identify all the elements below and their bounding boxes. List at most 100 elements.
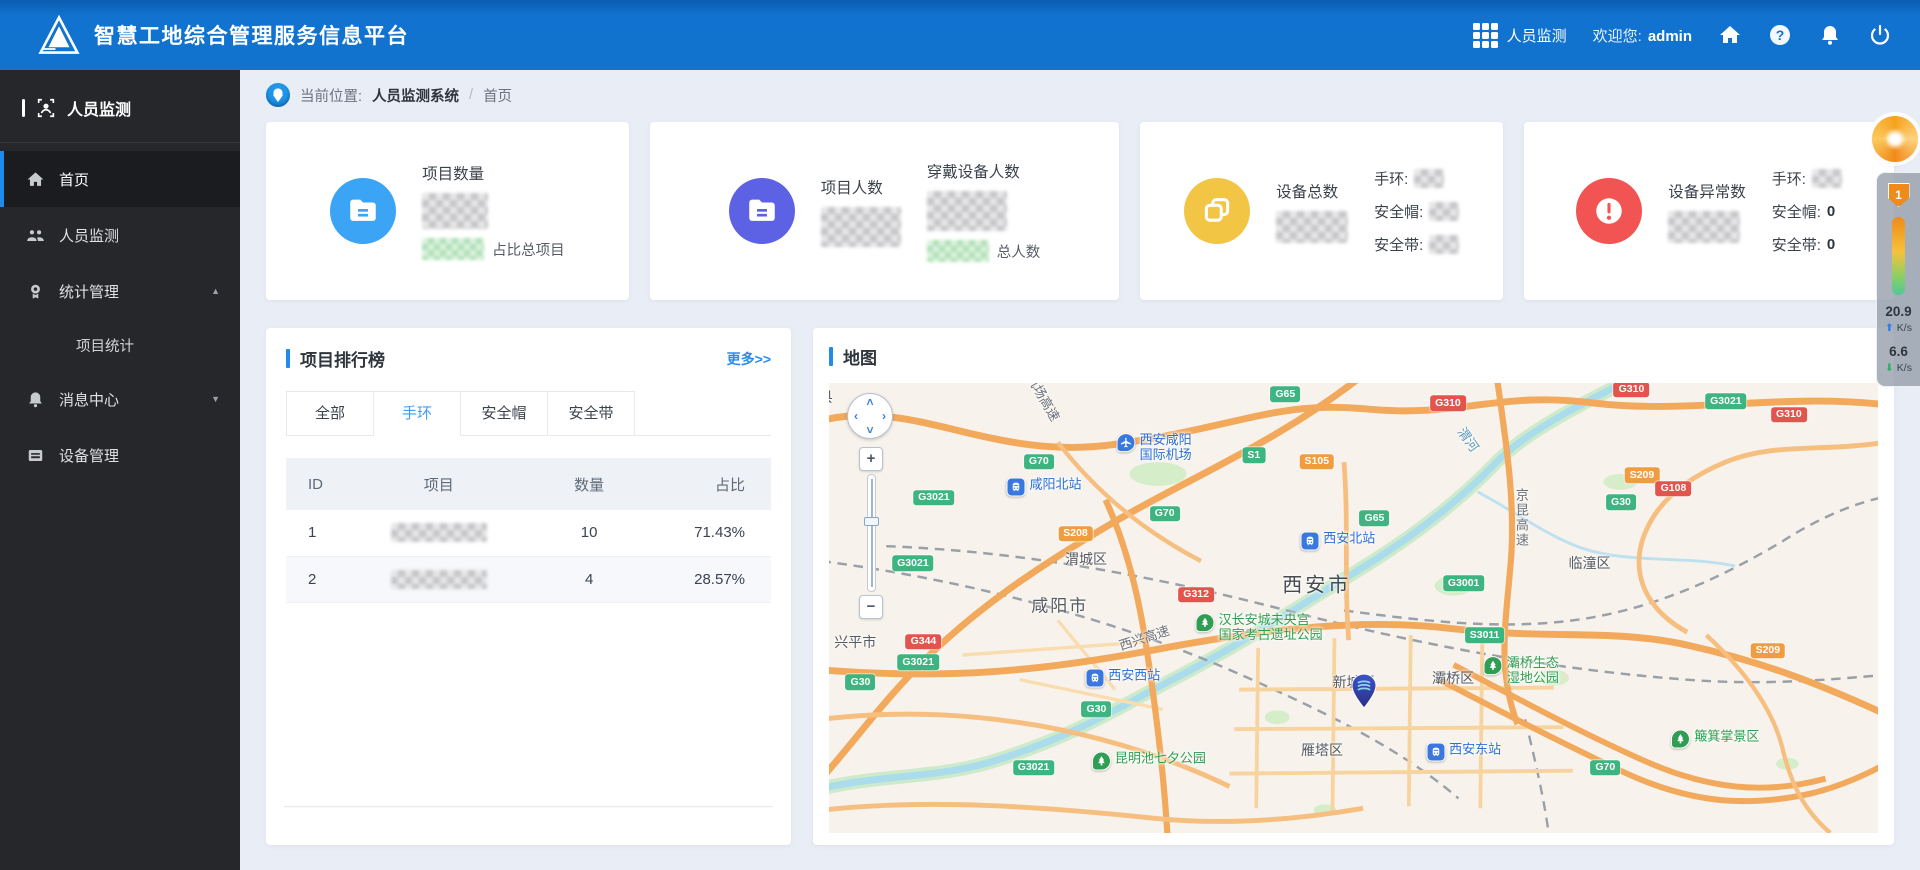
section-label: 人员监测	[67, 102, 132, 119]
stat-cards: 项目数量 占比总项目 项目人数 穿戴设备人数 总人数 设备总数 手环: 安全帽:…	[240, 120, 1920, 300]
zoom-out-button[interactable]: −	[859, 595, 883, 619]
table-row[interactable]: 2 4 28.57%	[286, 556, 771, 603]
park-icon	[1483, 656, 1503, 676]
module-switcher[interactable]: 人员监测	[1472, 22, 1567, 48]
ranking-tab-全部[interactable]: 全部	[286, 391, 374, 435]
poi-label: 灞桥生态 湿地公园	[1506, 655, 1559, 685]
section-bar	[22, 99, 25, 117]
folder-icon	[330, 178, 397, 244]
title-accent-bar	[286, 349, 290, 368]
road-badge: G310	[1613, 383, 1650, 398]
stat-footer-label: 总人数	[996, 244, 1041, 261]
home-icon	[26, 170, 45, 189]
bell-icon[interactable]	[1818, 23, 1842, 47]
park-icon	[1195, 613, 1215, 633]
sidebar-item-消息中心[interactable]: 消息中心 ▼	[0, 371, 240, 427]
map-panel: 地图 G70 G3021 S208 G3021 G344 G3021 G30 G…	[813, 328, 1894, 845]
sidebar-item-统计管理[interactable]: 统计管理 ▲	[0, 263, 240, 319]
svg-text:?: ?	[1776, 27, 1785, 43]
zoom-slider[interactable]	[863, 474, 879, 592]
map-city-label: 渭城区	[1065, 550, 1107, 567]
map-poi-西安咸阳[interactable]: 西安咸阳 国际机场	[1116, 432, 1192, 463]
ranking-tab-手环[interactable]: 手环	[373, 391, 461, 436]
kv-label: 安全带:	[1374, 236, 1424, 254]
shield-alert-icon[interactable]: 1	[1887, 183, 1910, 207]
road-badge: G3021	[892, 555, 934, 571]
map-poi-汉长安城未央宫[interactable]: 汉长安城未央宫 国家考古遗址公园	[1195, 612, 1323, 643]
sidebar-item-label: 人员监测	[59, 227, 120, 245]
map-poi-昆明池七夕公园[interactable]: 昆明池七夕公园	[1091, 751, 1206, 771]
redacted-project-name	[390, 523, 487, 543]
download-speed: 6.6 ⬇ K/s	[1885, 343, 1912, 374]
road-badge: S3011	[1464, 627, 1505, 643]
stat-title: 项目人数	[820, 179, 883, 197]
ranking-tab-安全带[interactable]: 安全带	[547, 391, 635, 435]
kv-label: 安全帽:	[1374, 203, 1424, 221]
road-badge: G344	[905, 633, 942, 650]
road-badge: G70	[1023, 453, 1054, 470]
road-badge: G310	[1430, 395, 1466, 412]
map-city-label: 雁塔区	[1301, 741, 1344, 758]
kv-label: 手环:	[1771, 170, 1806, 188]
road-badge: G65	[1270, 386, 1301, 403]
breadcrumb-label: 当前位置:	[300, 88, 363, 105]
map-poi-西安西站[interactable]: 西安西站	[1085, 667, 1161, 688]
network-speed-widget[interactable]: 1 20.9 ⬆ K/s 6.6 ⬇ K/s	[1876, 172, 1920, 388]
upload-speed: 20.9 ⬆ K/s	[1885, 304, 1912, 334]
kv-label: 安全帽:	[1771, 203, 1821, 221]
map-poi-簸箕掌景区[interactable]: 簸箕掌景区	[1671, 728, 1760, 748]
map-poi-西安北站[interactable]: 西安北站	[1300, 530, 1376, 550]
home-icon[interactable]	[1718, 23, 1742, 47]
road-badge: S209	[1624, 467, 1660, 484]
sidebar-item-首页[interactable]: 首页	[0, 151, 240, 207]
card-device-abnormal: 设备异常数 手环: 安全帽: 0 安全带: 0	[1524, 122, 1894, 300]
map-canvas[interactable]: G70 G3021 S208 G3021 G344 G3021 G30 G30 G3021 G31…	[829, 383, 1878, 833]
map-zoom-control: + −	[858, 447, 884, 619]
map-city-label: 临潼区	[1568, 555, 1611, 571]
redacted-value	[820, 206, 901, 247]
redacted-value	[422, 193, 489, 229]
cell-count: 10	[528, 510, 650, 557]
poi-label: 簸箕掌景区	[1694, 728, 1760, 743]
stat-title: 设备异常数	[1668, 183, 1746, 201]
redacted-value	[1429, 234, 1460, 254]
column-header: 占比	[649, 458, 771, 510]
map-poi-灞桥生态[interactable]: 灞桥生态 湿地公园	[1483, 655, 1559, 686]
bell-icon	[26, 390, 45, 409]
map-poi-西安东站[interactable]: 西安东站	[1426, 742, 1501, 762]
sidebar-item-label: 统计管理	[59, 283, 120, 301]
sidebar-item-设备管理[interactable]: 设备管理	[0, 427, 240, 483]
sidebar: 人员监测 首页 人员监测 统计管理 ▲ 项目统计 消息中心 ▼ 设备管理	[0, 70, 240, 870]
sidebar-item-人员监测[interactable]: 人员监测	[0, 207, 240, 263]
zoom-slider-handle[interactable]	[863, 517, 879, 526]
ranking-tab-安全帽[interactable]: 安全帽	[460, 391, 548, 435]
sidebar-subitem-项目统计[interactable]: 项目统计	[0, 319, 240, 371]
poi-label: 汉长安城未央宫 国家考古遗址公园	[1218, 612, 1323, 643]
redacted-value	[1276, 210, 1349, 243]
road-badge: G30	[1081, 701, 1112, 718]
brand-logo-icon	[38, 15, 80, 54]
cell-ratio: 71.43%	[649, 510, 771, 557]
map-poi-咸阳北站[interactable]: 咸阳北站	[1006, 476, 1082, 496]
zoom-in-button[interactable]: +	[859, 447, 883, 471]
poi-label: 西安西站	[1108, 667, 1161, 683]
map-city-label: 西安市	[1282, 574, 1352, 597]
power-icon[interactable]	[1868, 23, 1892, 47]
project-location-pin[interactable]	[1351, 673, 1377, 710]
more-link[interactable]: 更多>>	[727, 349, 771, 369]
breadcrumb-root[interactable]: 人员监测系统	[372, 85, 459, 106]
breadcrumb-current[interactable]: 首页	[483, 85, 512, 106]
ranking-table: ID 项目 数量 占比 1 10 71.43% 2 4 28.57%	[286, 458, 771, 603]
road-badge: G310	[1770, 406, 1807, 423]
top-header: 智慧工地综合管理服务信息平台 人员监测 欢迎您: admin ?	[0, 0, 1920, 70]
redacted-value	[926, 191, 1007, 231]
table-row[interactable]: 1 10 71.43%	[286, 510, 771, 557]
poi-label: 西安北站	[1323, 530, 1376, 545]
help-icon[interactable]: ?	[1768, 23, 1792, 47]
map-pan-control[interactable]: ˄ ˅ ‹ ›	[847, 393, 893, 439]
username: admin	[1647, 27, 1692, 45]
copy-icon	[1184, 178, 1251, 244]
map-city-label: 县	[829, 387, 833, 407]
speed-gradient-bar	[1892, 217, 1905, 295]
security-suite-logo-icon[interactable]	[1872, 116, 1918, 162]
